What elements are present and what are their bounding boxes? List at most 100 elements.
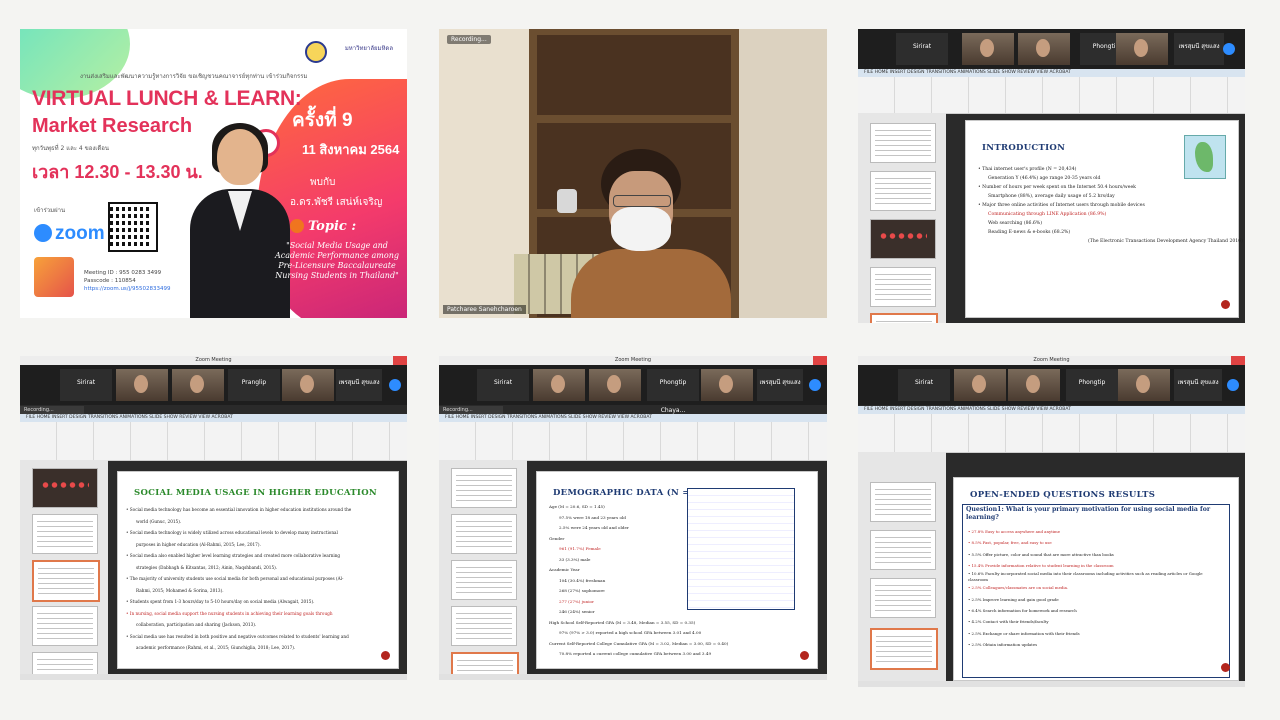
participant-video[interactable] [954,369,1006,401]
slide-logo-icon [1221,663,1230,672]
recording-indicator: Recording... [20,406,84,414]
slide-canvas: INTRODUCTION • Thai internet user's prof… [966,121,1243,317]
ppt-ribbon-tools[interactable] [858,414,1245,452]
slide-thumbnail-selected[interactable] [32,560,100,602]
ppt-status-bar [439,674,827,680]
participant-tile[interactable]: Sirirat [896,33,948,65]
poster-session: ครั้งที่ 9 [292,110,353,131]
ppt-ribbon: FILE HOME INSERT DESIGN TRANSITIONS ANIM… [858,69,1245,114]
ppt-ribbon: FILE HOME INSERT DESIGN TRANSITIONS ANIM… [858,406,1245,453]
participant-video[interactable] [1116,33,1168,65]
participant-video[interactable] [701,369,753,401]
slide-question: Question1: What is your primary motivati… [966,506,1211,521]
participant-video[interactable] [1018,33,1070,65]
participant-video[interactable] [116,369,168,401]
slide-body: • 27.8% Easy to access anywhere and anyt… [968,529,1203,647]
ppt-ribbon-tabs[interactable]: FILE HOME INSERT DESIGN TRANSITIONS ANIM… [20,414,407,422]
slide-heading: OPEN-ENDED QUESTIONS RESULTS [970,490,1156,500]
slide-thumbnail-pane [858,452,946,681]
ppt-ribbon-tools[interactable] [20,422,407,460]
participant-name-label: Patcharee Sanehcharoen [443,305,526,314]
desk-object [557,189,577,213]
close-icon[interactable] [813,356,827,365]
slide-thumbnail[interactable] [870,578,936,618]
participant-tile[interactable]: Pranglip [228,369,280,401]
slide-thumbnail[interactable] [451,514,517,554]
tile-slide-demographic: Zoom Meeting Sirirat Phongtip Chaya... เ… [439,356,827,680]
tile-slide-introduction: Sirirat Phongtip Chaya... เพรสุมนี สุขแส… [858,29,1245,323]
recording-indicator: Recording... [447,35,491,44]
participant-video[interactable] [1118,369,1170,401]
slide-thumbnail[interactable] [870,530,936,570]
slide-thumbnail-selected[interactable] [870,313,938,323]
illustration-image [34,257,74,297]
presenter-video [571,149,731,318]
speaker-photo [190,123,290,318]
next-page-icon[interactable] [809,379,821,391]
participant-tile[interactable]: Sirirat [898,369,950,401]
zoom-gallery-strip: Sirirat Phongtip Chaya... เพรสุมนี สุขแส… [439,365,827,414]
slide-thumbnail[interactable] [32,468,98,508]
slide-canvas: OPEN-ENDED QUESTIONS RESULTS Question1: … [954,478,1238,680]
slide-heading: SOCIAL MEDIA USAGE IN HIGHER EDUCATION [134,488,377,498]
slide-body: • Social media technology has become an … [126,507,352,650]
slide-thumbnail[interactable] [870,267,936,307]
wall-right [739,29,827,318]
university-name: มหาวิทยาลัยมหิดล [344,45,393,52]
slide-thumbnail[interactable] [451,606,517,646]
participant-tile[interactable]: Sirirat [60,369,112,401]
poster-schedule: ทุกวันพุธที่ 2 และ 4 ของเดือน [32,145,109,152]
participant-video[interactable] [282,369,334,401]
tile-slide-open-ended: Zoom Meeting Sirirat Phongtip Chaya... เ… [858,356,1245,687]
participant-tile[interactable]: เพรสุมนี สุขแสง [1174,33,1224,65]
event-poster: มหาวิทยาลัยมหิดล งานส่งเสริมและพัฒนาความ… [20,29,407,318]
slide-thumbnail[interactable] [870,171,936,211]
close-icon[interactable] [1231,356,1245,365]
ppt-ribbon-tabs[interactable]: FILE HOME INSERT DESIGN TRANSITIONS ANIM… [439,414,827,422]
slide-canvas: SOCIAL MEDIA USAGE IN HIGHER EDUCATION •… [118,472,398,668]
zoom-gallery-strip: Sirirat Phongtip Chaya... เพรสุมนี สุขแส… [858,365,1245,414]
poster-top-note: งานส่งเสริมและพัฒนาความรู้ทางการวิจัย ขอ… [80,73,308,80]
slide-thumbnail[interactable] [870,219,936,259]
zoom-camera-icon [34,224,52,242]
qr-code-icon[interactable] [110,204,152,246]
participant-tile[interactable]: Sirirat [477,369,529,401]
slide-thumbnail[interactable] [32,606,98,646]
ppt-ribbon-tabs[interactable]: FILE HOME INSERT DESIGN TRANSITIONS ANIM… [858,406,1245,414]
participant-tile[interactable]: Phongtip Chaya... [1066,369,1118,414]
meeting-link[interactable]: https://zoom.us/j/95502833499 [84,285,171,293]
participant-video[interactable] [589,369,641,401]
poster-join-via: เข้าร่วมผ่าน [34,207,66,214]
next-page-icon[interactable] [1223,43,1235,55]
slide-thumbnail[interactable] [870,482,936,522]
participant-video[interactable] [172,369,224,401]
slide-logo-icon [381,651,390,660]
next-page-icon[interactable] [389,379,401,391]
ppt-ribbon-tools[interactable] [439,422,827,460]
close-icon[interactable] [393,356,407,365]
ppt-ribbon-tools[interactable] [858,77,1245,113]
ppt-ribbon-tabs[interactable]: FILE HOME INSERT DESIGN TRANSITIONS ANIM… [858,69,1245,77]
participant-tile[interactable]: Phongtip Chaya... [647,369,699,414]
tile-slide-social-media: Zoom Meeting Sirirat Pranglip เพรสุมนี ส… [20,356,407,680]
slide-thumbnail[interactable] [870,123,936,163]
slide-thumbnail-selected[interactable] [870,628,938,670]
participant-video[interactable] [1008,369,1060,401]
slide-thumbnail[interactable] [451,468,517,508]
participant-video[interactable] [533,369,585,401]
participant-video[interactable] [962,33,1014,65]
participant-tile[interactable]: เพรสุมนี สุขแสง [1174,369,1222,401]
poster-with: พบกับ [310,177,336,188]
slide-heading: INTRODUCTION [982,143,1066,153]
participant-tile[interactable]: เพรสุมนี สุขแสง [757,369,803,401]
slide-thumbnail[interactable] [32,514,98,554]
zoom-logo: zoom [34,223,105,245]
meeting-passcode: Passcode : 110854 [84,278,136,284]
data-table-image [687,488,795,610]
slide-thumbnail-pane [20,460,108,680]
next-page-icon[interactable] [1227,379,1239,391]
slide-thumbnail[interactable] [451,560,517,600]
participant-tile[interactable]: เพรสุมนี สุขแสง [336,369,382,401]
meeting-id: Meeting ID : 955 0283 3499 [84,270,162,276]
zoom-window-titlebar: Zoom Meeting [858,356,1245,365]
